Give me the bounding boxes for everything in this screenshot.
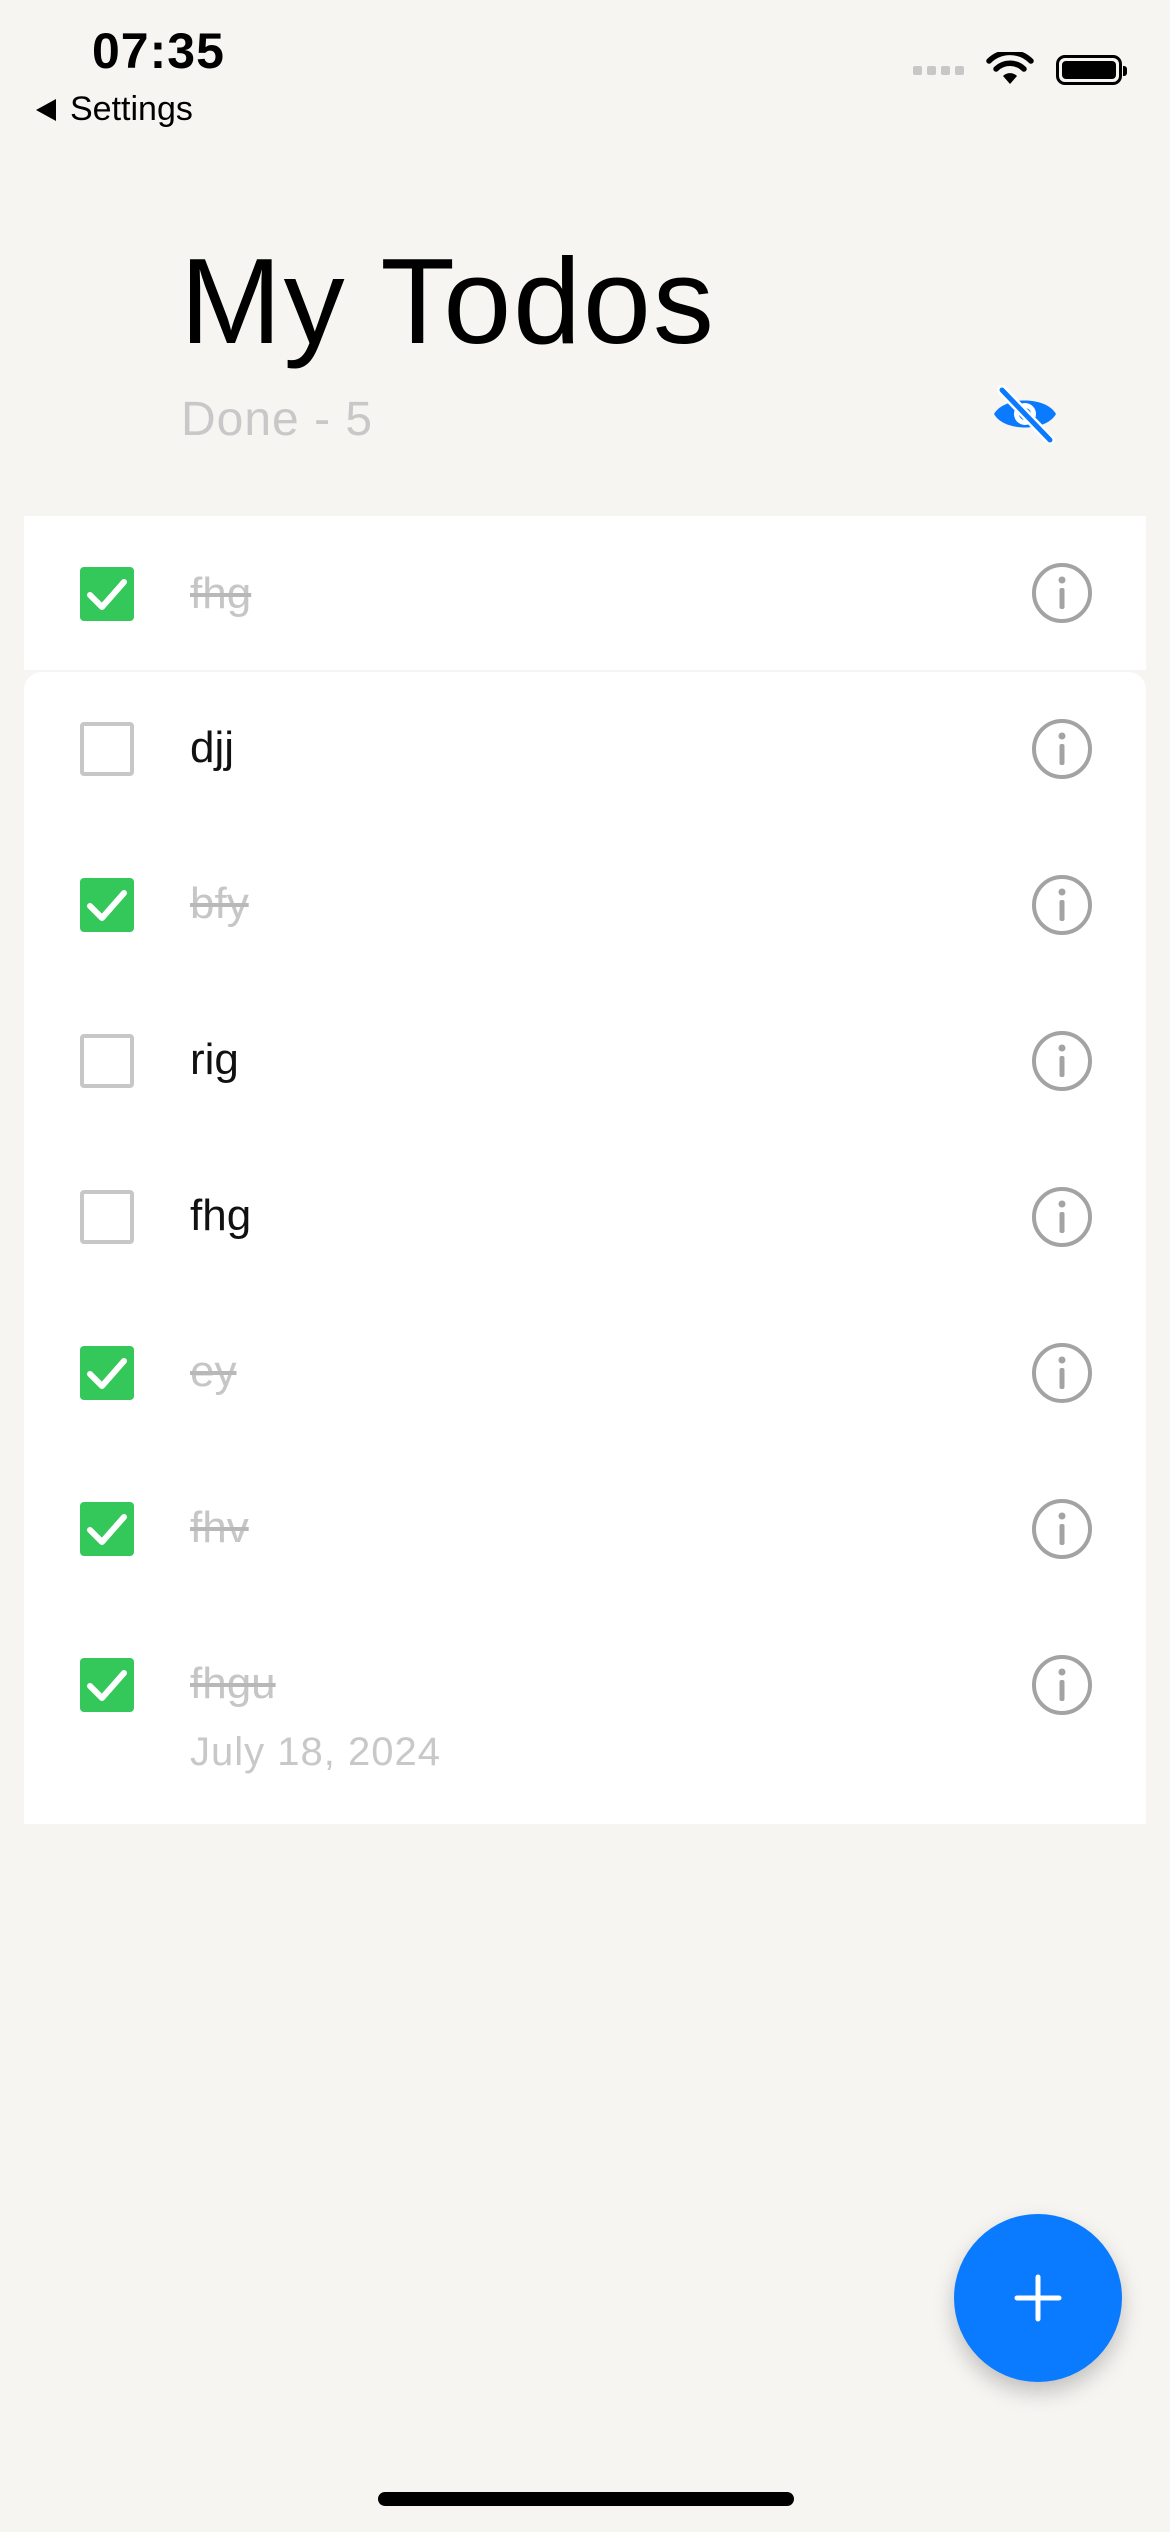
checkbox-unchecked[interactable] [80, 1034, 134, 1088]
todo-text: fhg [190, 569, 252, 618]
todo-row[interactable]: bfy [24, 828, 1146, 984]
checkbox-unchecked[interactable] [80, 722, 134, 776]
checkmark-icon [87, 1358, 127, 1389]
todo-date: July 18, 2024 [190, 1730, 441, 1774]
info-icon[interactable] [1030, 561, 1094, 625]
back-to-settings-link[interactable]: Settings [36, 90, 193, 129]
wifi-icon [986, 52, 1034, 84]
todo-row[interactable]: fhg [24, 1140, 1146, 1296]
todo-row[interactable]: fhgu July 18, 2024 [24, 1608, 1146, 1824]
add-todo-button[interactable] [954, 2214, 1122, 2382]
checkbox-checked[interactable] [80, 1502, 134, 1556]
todo-card-top: fhg [24, 516, 1146, 670]
checkbox-checked[interactable] [80, 567, 134, 621]
battery-icon [1056, 55, 1127, 85]
info-icon[interactable] [1030, 1341, 1094, 1405]
checkbox-unchecked[interactable] [80, 1190, 134, 1244]
info-icon[interactable] [1030, 1185, 1094, 1249]
info-icon[interactable] [1030, 873, 1094, 937]
todo-text: fhg [190, 1191, 252, 1240]
status-indicators [913, 52, 1127, 88]
todo-row[interactable]: rig [24, 984, 1146, 1140]
checkbox-checked[interactable] [80, 878, 134, 932]
checkbox-checked[interactable] [80, 1346, 134, 1400]
page-title: My Todos [180, 233, 716, 369]
checkmark-icon [87, 890, 127, 921]
todo-row[interactable]: fhv [24, 1452, 1146, 1608]
home-indicator[interactable] [378, 2492, 794, 2506]
todo-row[interactable]: ey [24, 1296, 1146, 1452]
todo-list: djj bfy rig fhg ey fhv fhgu July 18, 202… [24, 672, 1146, 1824]
todo-text: bfy [190, 879, 249, 928]
todo-text: djj [190, 723, 235, 772]
done-count-label: Done - 5 [181, 393, 374, 446]
info-icon[interactable] [1030, 1497, 1094, 1561]
info-icon[interactable] [1030, 1029, 1094, 1093]
plus-icon [1014, 2274, 1062, 2322]
eye-slash-icon[interactable] [990, 384, 1060, 445]
todo-row[interactable]: fhg [24, 516, 1146, 672]
cellular-signal-icon [913, 65, 964, 75]
todo-text: rig [190, 1035, 239, 1084]
info-icon[interactable] [1030, 1653, 1094, 1717]
checkbox-checked[interactable] [80, 1658, 134, 1712]
todo-text: fhgu [190, 1659, 276, 1708]
todo-text: ey [190, 1347, 237, 1396]
status-time: 07:35 [92, 23, 225, 79]
checkmark-icon [87, 1670, 127, 1701]
back-link-label: Settings [70, 90, 193, 128]
checkmark-icon [87, 1514, 127, 1545]
checkmark-icon [87, 579, 127, 610]
todo-row[interactable]: djj [24, 672, 1146, 828]
info-icon[interactable] [1030, 717, 1094, 781]
back-triangle-icon [36, 98, 56, 121]
todo-text: fhv [190, 1503, 249, 1552]
